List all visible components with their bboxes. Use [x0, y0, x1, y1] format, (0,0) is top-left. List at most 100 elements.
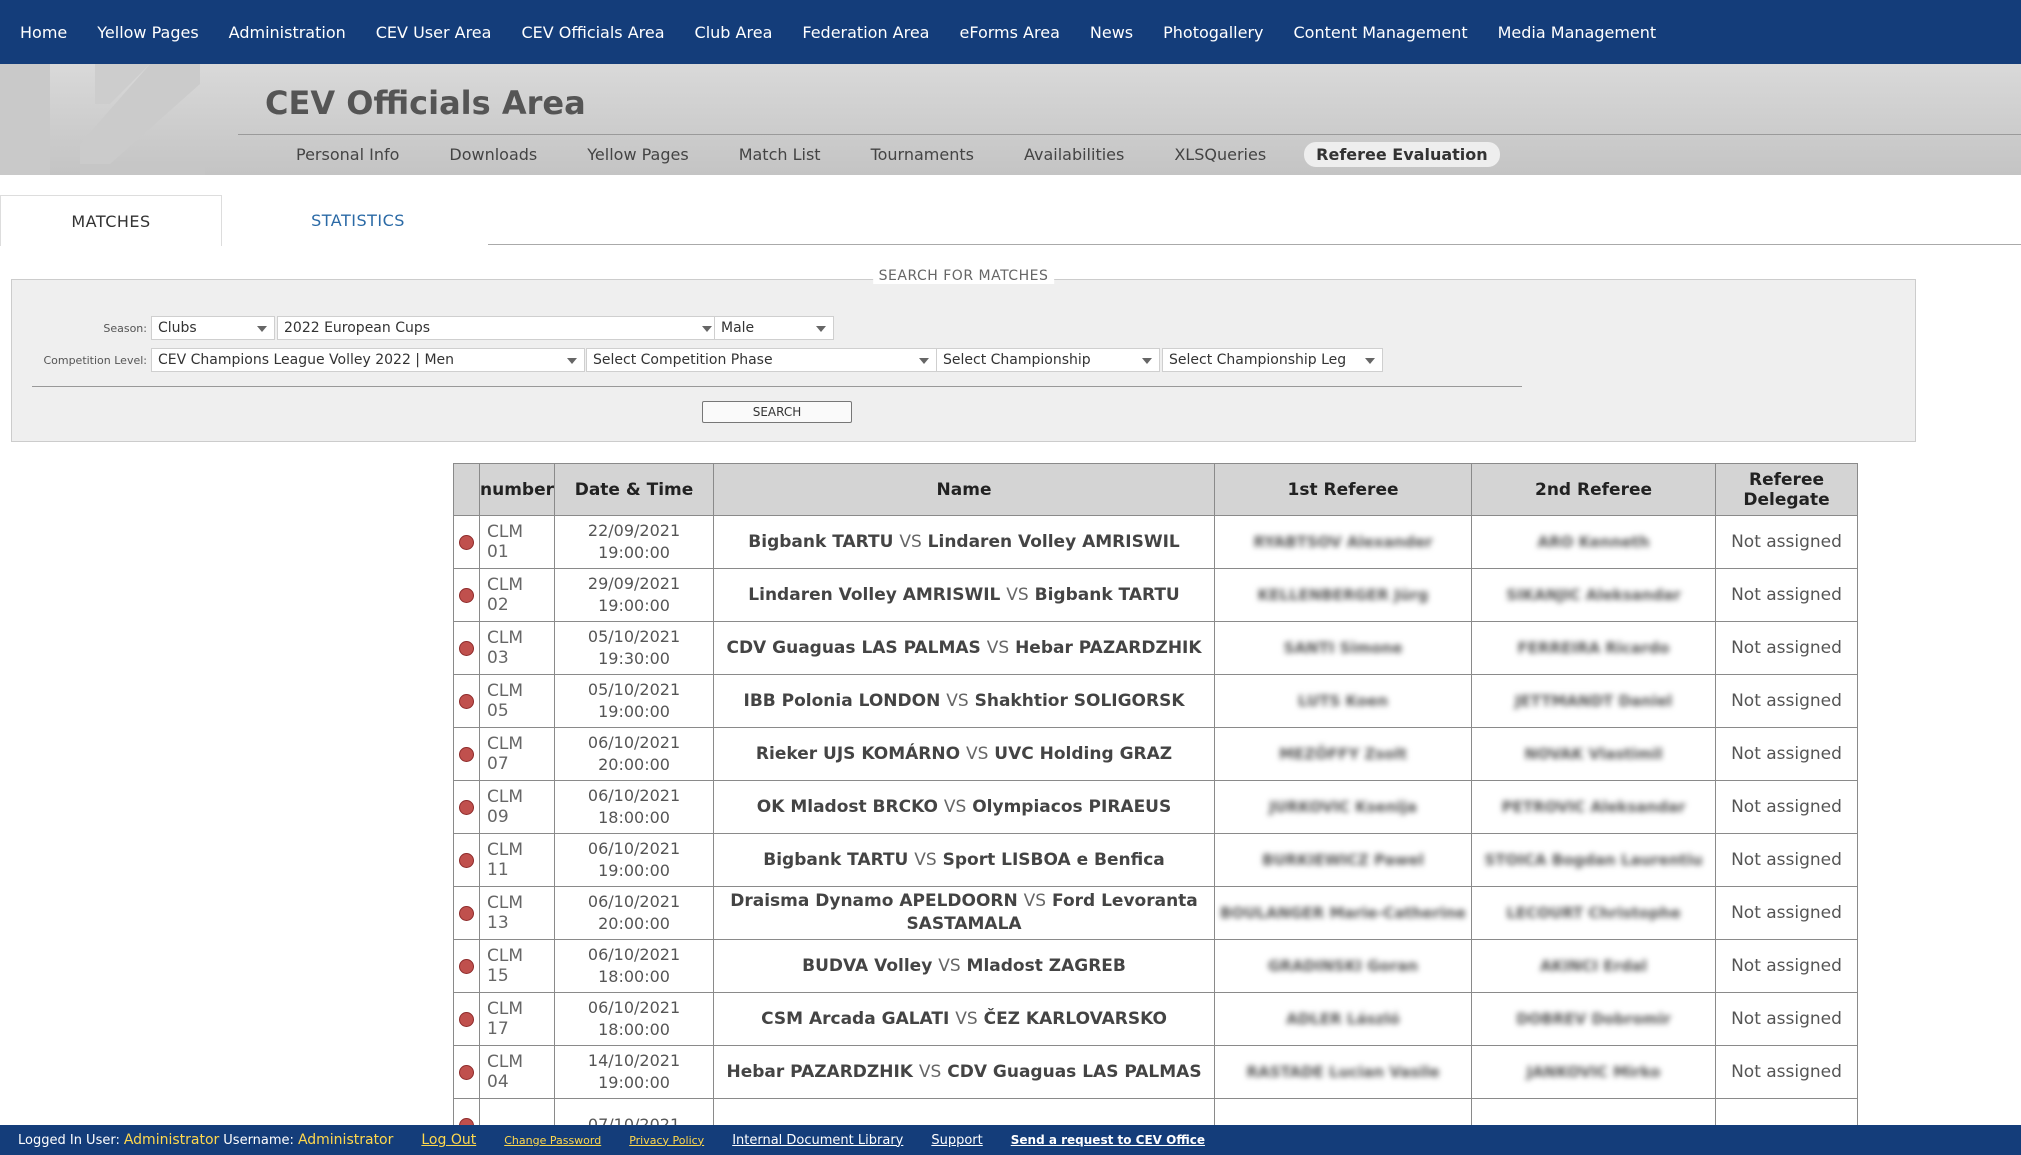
second-referee-name: PETROVIC Aleksandar — [1501, 798, 1686, 816]
topnav-item-cev-officials-area[interactable]: CEV Officials Area — [521, 23, 664, 42]
second-referee-name: STOICA Bogdan Laurentiu — [1484, 851, 1703, 869]
match-date: 06/10/2021 — [587, 892, 681, 911]
second-referee: JANKOVIC Mirko — [1471, 1045, 1717, 1099]
topnav-item-eforms-area[interactable]: eForms Area — [959, 23, 1059, 42]
status-cell — [453, 939, 480, 993]
match-name[interactable]: OK Mladost BRCKO VS Olympiacos PIRAEUS — [713, 780, 1216, 834]
first-referee-column-header[interactable]: 1st Referee — [1214, 463, 1473, 516]
privacy-policy-link[interactable]: Privacy Policy — [629, 1134, 704, 1147]
number-column-header[interactable]: number — [478, 463, 556, 516]
status-dot-icon[interactable] — [459, 587, 474, 603]
table-row[interactable]: CLM 03 05/10/2021 19:30:00 CDV Guaguas LAS … — [453, 621, 1859, 675]
season-label: Season: — [103, 322, 147, 335]
topnav-item-administration[interactable]: Administration — [229, 23, 346, 42]
subnav-item-downloads[interactable]: Downloads — [437, 142, 549, 167]
competition-select[interactable]: CEV Champions League Volley 2022 | Men — [151, 348, 585, 372]
name-column-header[interactable]: Name — [713, 463, 1216, 516]
status-dot-icon[interactable] — [459, 640, 474, 656]
match-number: CLM 09 — [478, 780, 556, 834]
versus-label: VS — [955, 1008, 978, 1029]
season-type-select[interactable]: Clubs — [151, 316, 275, 340]
table-row[interactable]: CLM 13 06/10/2021 20:00:00 Draisma Dynamo A… — [453, 886, 1859, 940]
versus-label: VS — [899, 531, 922, 552]
match-name[interactable]: CSM Arcada GALATI VS ČEZ KARLOVARSKO — [713, 992, 1216, 1046]
match-time: 18:00:00 — [598, 808, 670, 827]
second-referee-column-header[interactable]: 2nd Referee — [1471, 463, 1717, 516]
support-link[interactable]: Support — [931, 1133, 982, 1148]
status-dot-icon[interactable] — [459, 693, 474, 709]
top-nav-list: Home Yellow Pages Administration CEV User A… — [0, 0, 2021, 64]
match-number: CLM 11 — [478, 833, 556, 887]
send-request-link[interactable]: Send a request to CEV Office — [1011, 1133, 1205, 1147]
first-referee: SANTI Simone — [1214, 621, 1473, 675]
away-team: Hebar PAZARDZHIK — [1015, 637, 1202, 658]
match-name[interactable]: Bigbank TARTU VS Sport LISBOA e Benfica — [713, 833, 1216, 887]
championship-leg-select[interactable]: Select Championship Leg — [1162, 348, 1383, 372]
match-date: 05/10/2021 — [587, 680, 681, 699]
first-referee-name: BOULANGER Marie-Catherine — [1220, 904, 1466, 922]
status-cell — [453, 727, 480, 781]
table-row[interactable]: CLM 15 06/10/2021 18:00:00 BUDVA Volley VS … — [453, 939, 1859, 993]
match-name[interactable]: IBB Polonia LONDON VS Shakhtior SOLIGORS… — [713, 674, 1216, 728]
topnav-item-federation-area[interactable]: Federation Area — [802, 23, 929, 42]
table-row[interactable]: CLM 04 14/10/2021 19:00:00 Hebar PAZARDZHIK… — [453, 1045, 1859, 1099]
topnav-item-content-management[interactable]: Content Management — [1294, 23, 1468, 42]
championship-select[interactable]: Select Championship — [936, 348, 1160, 372]
topnav-item-cev-user-area[interactable]: CEV User Area — [376, 23, 492, 42]
competition-phase-select[interactable]: Select Competition Phase — [586, 348, 937, 372]
table-row[interactable]: CLM 17 06/10/2021 18:00:00 CSM Arcada GALAT… — [453, 992, 1859, 1046]
match-name[interactable]: BUDVA Volley VS Mladost ZAGREB — [713, 939, 1216, 993]
change-password-link[interactable]: Change Password — [504, 1134, 601, 1147]
match-name[interactable]: Bigbank TARTU VS Lindaren Volley AMRISWI… — [713, 515, 1216, 569]
topnav-item-yellow-pages[interactable]: Yellow Pages — [97, 23, 198, 42]
away-team: Shakhtior SOLIGORSK — [974, 690, 1185, 711]
season-select[interactable]: 2022 European Cups — [277, 316, 720, 340]
topnav-item-news[interactable]: News — [1090, 23, 1133, 42]
logout-link[interactable]: Log Out — [421, 1132, 476, 1148]
second-referee-name: JETTMANDT Daniel — [1514, 692, 1673, 710]
referee-delegate: Not assigned — [1715, 886, 1859, 940]
status-dot-icon[interactable] — [459, 799, 474, 815]
match-name[interactable]: Hebar PAZARDZHIK VS CDV Guaguas LAS PALM… — [713, 1045, 1216, 1099]
first-referee-name: SANTI Simone — [1283, 639, 1403, 657]
match-datetime: 06/10/2021 19:00:00 — [554, 833, 715, 887]
subnav-item-tournaments[interactable]: Tournaments — [859, 142, 986, 167]
match-name[interactable]: Lindaren Volley AMRISWIL VS Bigbank TART… — [713, 568, 1216, 622]
status-dot-icon[interactable] — [459, 1011, 474, 1027]
subnav-item-match-list[interactable]: Match List — [727, 142, 833, 167]
subnav-item-availabilities[interactable]: Availabilities — [1012, 142, 1136, 167]
referee-delegate: Not assigned — [1715, 674, 1859, 728]
gender-select[interactable]: Male — [714, 316, 834, 340]
status-dot-icon[interactable] — [459, 905, 474, 921]
status-dot-icon[interactable] — [459, 534, 474, 550]
table-row[interactable]: CLM 05 05/10/2021 19:00:00 IBB Polonia LOND… — [453, 674, 1859, 728]
match-name[interactable]: Draisma Dynamo APELDOORN VS Ford Levoran… — [713, 886, 1216, 940]
match-name[interactable]: Rieker UJS KOMÁRNO VS UVC Holding GRAZ — [713, 727, 1216, 781]
document-library-link[interactable]: Internal Document Library — [732, 1133, 903, 1148]
topnav-item-media-management[interactable]: Media Management — [1498, 23, 1657, 42]
datetime-column-header[interactable]: Date & Time — [554, 463, 715, 516]
tab-matches[interactable]: MATCHES — [0, 195, 222, 246]
tab-statistics[interactable]: STATISTICS — [248, 195, 468, 245]
topnav-item-club-area[interactable]: Club Area — [695, 23, 773, 42]
table-row[interactable]: CLM 11 06/10/2021 19:00:00 Bigbank TARTU VS… — [453, 833, 1859, 887]
match-time: 20:00:00 — [598, 755, 670, 774]
topnav-item-home[interactable]: Home — [20, 23, 67, 42]
subnav-item-referee-evaluation[interactable]: Referee Evaluation — [1304, 142, 1500, 167]
match-datetime: 14/10/2021 19:00:00 — [554, 1045, 715, 1099]
table-row[interactable]: CLM 01 22/09/2021 19:00:00 Bigbank TARTU VS… — [453, 515, 1859, 569]
subnav-item-xlsqueries[interactable]: XLSQueries — [1162, 142, 1278, 167]
status-dot-icon[interactable] — [459, 958, 474, 974]
search-button[interactable]: SEARCH — [702, 401, 852, 423]
subnav-item-yellow-pages[interactable]: Yellow Pages — [575, 142, 700, 167]
topnav-item-photogallery[interactable]: Photogallery — [1163, 23, 1263, 42]
match-name[interactable]: CDV Guaguas LAS PALMAS VS Hebar PAZARDZH… — [713, 621, 1216, 675]
delegate-column-header[interactable]: Referee Delegate — [1715, 463, 1859, 516]
status-dot-icon[interactable] — [459, 852, 474, 868]
status-dot-icon[interactable] — [459, 746, 474, 762]
table-row[interactable]: CLM 09 06/10/2021 18:00:00 OK Mladost BRCKO… — [453, 780, 1859, 834]
subnav-item-personal-info[interactable]: Personal Info — [284, 142, 411, 167]
status-dot-icon[interactable] — [459, 1064, 474, 1080]
table-row[interactable]: CLM 07 06/10/2021 20:00:00 Rieker UJS KOMÁR… — [453, 727, 1859, 781]
table-row[interactable]: CLM 02 29/09/2021 19:00:00 Lindaren Volley … — [453, 568, 1859, 622]
